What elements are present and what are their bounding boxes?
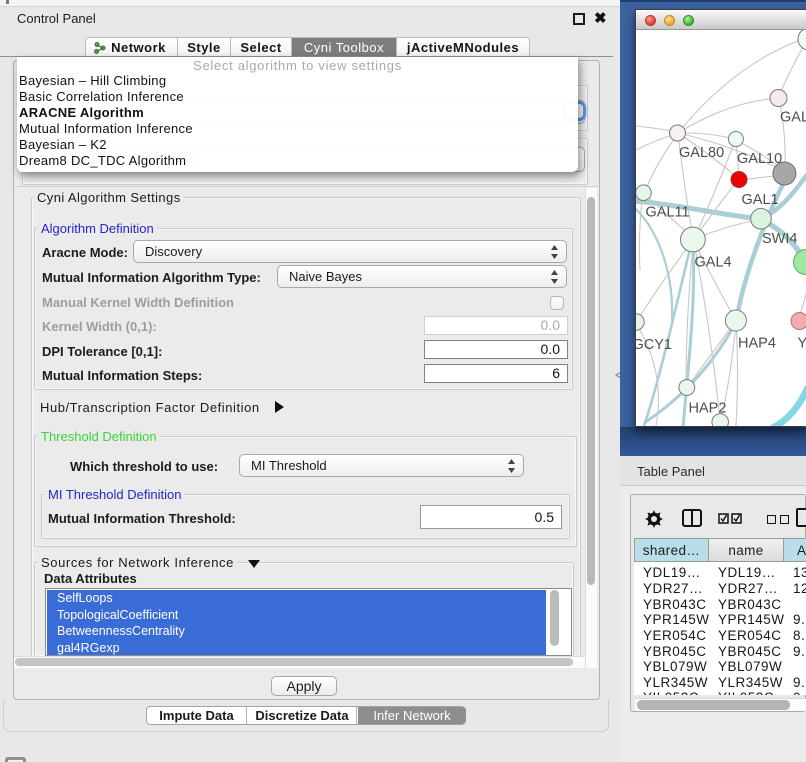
svg-text:HAP4: HAP4 [738, 336, 776, 352]
svg-text:GAL1: GAL1 [742, 192, 779, 208]
svg-text:GAL7: GAL7 [780, 110, 806, 126]
svg-text:SWI4: SWI4 [762, 231, 797, 247]
svg-text:HAP2: HAP2 [689, 401, 727, 417]
svg-text:GAL10: GAL10 [737, 151, 782, 167]
svg-text:GAL80: GAL80 [679, 145, 724, 161]
svg-text:GAL4: GAL4 [695, 255, 732, 271]
svg-text:GCY1: GCY1 [636, 337, 672, 353]
svg-text:GAL11: GAL11 [646, 205, 690, 221]
svg-text:Y: Y [798, 336, 806, 352]
